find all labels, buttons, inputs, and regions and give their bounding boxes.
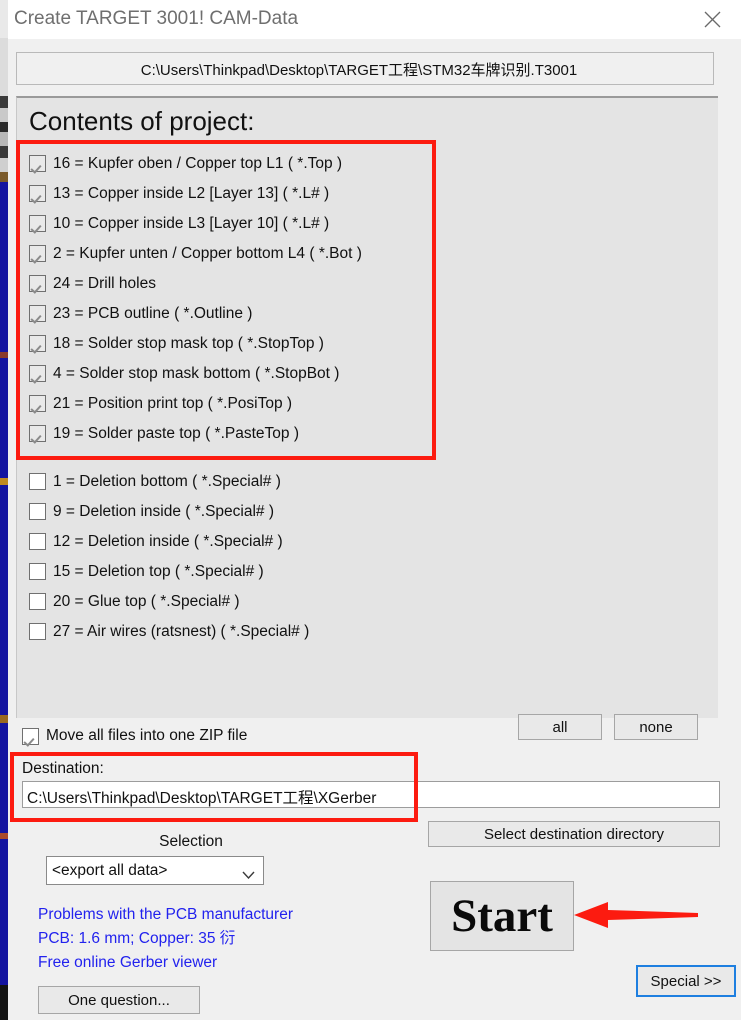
select-destination-directory-button[interactable]: Select destination directory bbox=[428, 821, 720, 847]
layer-checkbox-unchecked[interactable] bbox=[29, 592, 46, 610]
layer-item-label: 16 = Kupfer oben / Copper top L1 ( *.Top… bbox=[53, 154, 343, 172]
layer-list-item[interactable]: 27 = Air wires (ratsnest) ( *.Special# ) bbox=[29, 616, 309, 646]
layer-item-label: 18 = Solder stop mask top ( *.StopTop ) bbox=[53, 334, 324, 352]
zip-checkbox-row[interactable]: Move all files into one ZIP file bbox=[22, 727, 247, 745]
layer-item-label: 24 = Drill holes bbox=[53, 274, 156, 292]
layer-list-item[interactable]: 20 = Glue top ( *.Special# ) bbox=[29, 586, 309, 616]
layer-list-item[interactable]: 21 = Position print top ( *.PosiTop ) bbox=[29, 388, 362, 418]
help-links: Problems with the PCB manufacturer PCB: 1… bbox=[38, 903, 293, 975]
layer-checkbox-checked[interactable] bbox=[29, 394, 46, 412]
layer-checkbox-checked[interactable] bbox=[29, 214, 46, 232]
layer-item-label: 2 = Kupfer unten / Copper bottom L4 ( *.… bbox=[53, 244, 362, 262]
layer-item-label: 12 = Deletion inside ( *.Special# ) bbox=[53, 532, 283, 550]
layer-checkbox-unchecked[interactable] bbox=[29, 472, 46, 490]
all-button[interactable]: all bbox=[518, 714, 602, 740]
layer-list-item[interactable]: 15 = Deletion top ( *.Special# ) bbox=[29, 556, 309, 586]
layer-checkbox-checked[interactable] bbox=[29, 364, 46, 382]
layer-list-item[interactable]: 13 = Copper inside L2 [Layer 13] ( *.L# … bbox=[29, 178, 362, 208]
layer-list-item[interactable]: 23 = PCB outline ( *.Outline ) bbox=[29, 298, 362, 328]
layer-checkbox-unchecked[interactable] bbox=[29, 532, 46, 550]
layer-list-item[interactable]: 9 = Deletion inside ( *.Special# ) bbox=[29, 496, 309, 526]
destination-value: C:\Users\Thinkpad\Desktop\TARGET工程\XGerb… bbox=[27, 790, 377, 807]
unchecked-layer-list: 1 = Deletion bottom ( *.Special# ) 9 = De… bbox=[29, 466, 309, 646]
title-bar: Create TARGET 3001! CAM-Data bbox=[8, 0, 741, 39]
start-button[interactable]: Start bbox=[430, 881, 574, 951]
selection-value: <export all data> bbox=[52, 862, 168, 879]
help-link[interactable]: PCB: 1.6 mm; Copper: 35 衍 bbox=[38, 927, 293, 951]
destination-input[interactable]: C:\Users\Thinkpad\Desktop\TARGET工程\XGerb… bbox=[22, 781, 720, 808]
help-link[interactable]: Free online Gerber viewer bbox=[38, 951, 293, 975]
layer-item-label: 13 = Copper inside L2 [Layer 13] ( *.L# … bbox=[53, 184, 330, 202]
special-button[interactable]: Special >> bbox=[636, 965, 736, 997]
layer-checkbox-checked[interactable] bbox=[29, 424, 46, 442]
layer-checkbox-checked[interactable] bbox=[29, 244, 46, 262]
zip-checkbox[interactable] bbox=[22, 727, 39, 745]
layer-checkbox-checked[interactable] bbox=[29, 334, 46, 352]
layer-item-label: 20 = Glue top ( *.Special# ) bbox=[53, 592, 240, 610]
layer-list-item[interactable]: 2 = Kupfer unten / Copper bottom L4 ( *.… bbox=[29, 238, 362, 268]
layer-item-label: 1 = Deletion bottom ( *.Special# ) bbox=[53, 472, 281, 490]
chevron-down-icon bbox=[242, 866, 255, 880]
screenshot-root: Create TARGET 3001! CAM-Data C:\Users\Th… bbox=[0, 0, 741, 1020]
layer-checkbox-unchecked[interactable] bbox=[29, 502, 46, 520]
contents-heading: Contents of project: bbox=[29, 106, 255, 136]
one-question-button[interactable]: One question... bbox=[38, 986, 200, 1014]
layer-checkbox-checked[interactable] bbox=[29, 274, 46, 292]
red-arrow-left-icon bbox=[574, 898, 698, 932]
layer-list-item[interactable]: 10 = Copper inside L3 [Layer 10] ( *.L# … bbox=[29, 208, 362, 238]
checked-layer-list: 16 = Kupfer oben / Copper top L1 ( *.Top… bbox=[29, 148, 362, 448]
layer-item-label: 21 = Position print top ( *.PosiTop ) bbox=[53, 394, 293, 412]
selection-label: Selection bbox=[159, 833, 223, 850]
layer-item-label: 19 = Solder paste top ( *.PasteTop ) bbox=[53, 424, 299, 442]
layer-item-label: 27 = Air wires (ratsnest) ( *.Special# ) bbox=[53, 622, 310, 640]
close-icon[interactable] bbox=[689, 2, 735, 36]
none-button[interactable]: none bbox=[614, 714, 698, 740]
layer-list-item[interactable]: 16 = Kupfer oben / Copper top L1 ( *.Top… bbox=[29, 148, 362, 178]
help-link[interactable]: Problems with the PCB manufacturer bbox=[38, 903, 293, 927]
layer-item-label: 10 = Copper inside L3 [Layer 10] ( *.L# … bbox=[53, 214, 330, 232]
layer-checkbox-checked[interactable] bbox=[29, 184, 46, 202]
project-path-field: C:\Users\Thinkpad\Desktop\TARGET工程\STM32… bbox=[16, 52, 714, 85]
layer-list-item[interactable]: 4 = Solder stop mask bottom ( *.StopBot … bbox=[29, 358, 362, 388]
project-path-text: C:\Users\Thinkpad\Desktop\TARGET工程\STM32… bbox=[140, 62, 578, 79]
background-window-strip bbox=[0, 0, 8, 1020]
layer-checkbox-checked[interactable] bbox=[29, 304, 46, 322]
layer-item-label: 9 = Deletion inside ( *.Special# ) bbox=[53, 502, 274, 520]
layer-list-item[interactable]: 24 = Drill holes bbox=[29, 268, 362, 298]
zip-checkbox-label: Move all files into one ZIP file bbox=[46, 727, 248, 744]
contents-panel: Contents of project: 16 = Kupfer oben / … bbox=[16, 96, 718, 718]
layer-item-label: 4 = Solder stop mask bottom ( *.StopBot … bbox=[53, 364, 340, 382]
cam-data-dialog: Create TARGET 3001! CAM-Data C:\Users\Th… bbox=[8, 0, 741, 1020]
destination-label: Destination: bbox=[22, 760, 104, 777]
window-title: Create TARGET 3001! CAM-Data bbox=[14, 8, 299, 29]
selection-dropdown[interactable]: <export all data> bbox=[46, 856, 264, 885]
layer-checkbox-checked[interactable] bbox=[29, 154, 46, 172]
layer-item-label: 15 = Deletion top ( *.Special# ) bbox=[53, 562, 264, 580]
layer-list-item[interactable]: 18 = Solder stop mask top ( *.StopTop ) bbox=[29, 328, 362, 358]
layer-item-label: 23 = PCB outline ( *.Outline ) bbox=[53, 304, 253, 322]
layer-list-item[interactable]: 1 = Deletion bottom ( *.Special# ) bbox=[29, 466, 309, 496]
layer-checkbox-unchecked[interactable] bbox=[29, 622, 46, 640]
layer-checkbox-unchecked[interactable] bbox=[29, 562, 46, 580]
layer-list-item[interactable]: 12 = Deletion inside ( *.Special# ) bbox=[29, 526, 309, 556]
layer-list-item[interactable]: 19 = Solder paste top ( *.PasteTop ) bbox=[29, 418, 362, 448]
